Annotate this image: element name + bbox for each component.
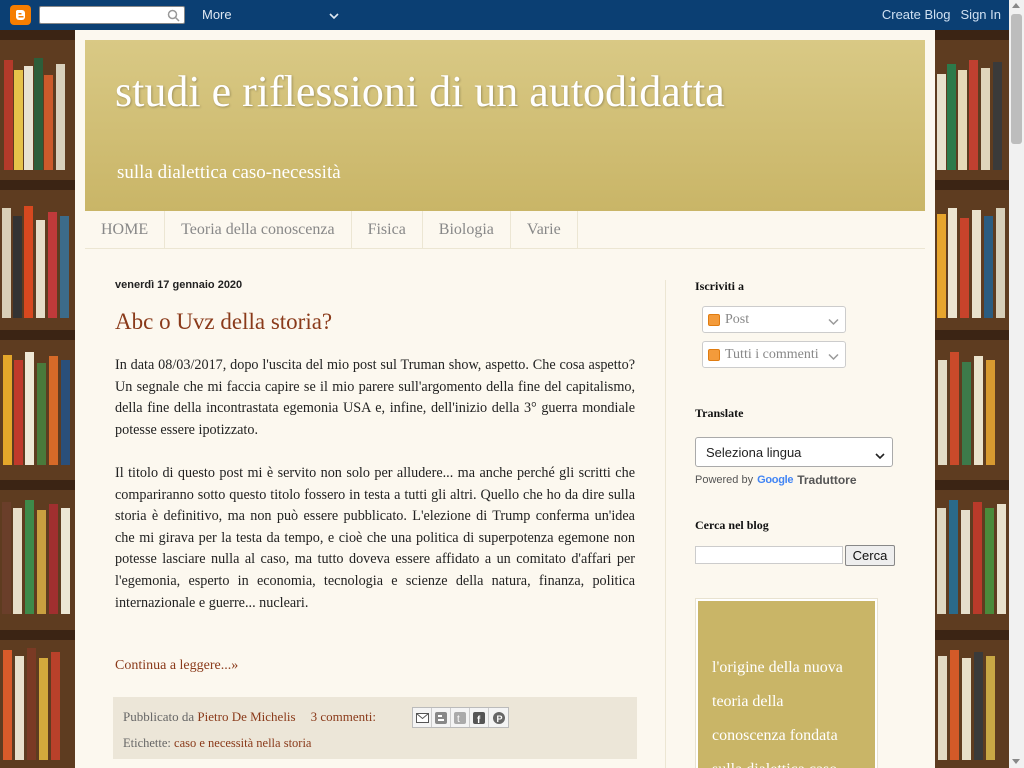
subscribe-heading: Iscriviti a	[695, 279, 744, 293]
blog-title[interactable]: studi e riflessioni di un autodidatta	[115, 66, 725, 117]
blogthis-share-icon[interactable]	[432, 708, 451, 727]
post-footer: Pubblicato da Pietro De Michelis 3 comme…	[113, 697, 637, 759]
page-tabs: HOME Teoria della conoscenza Fisica Biol…	[85, 211, 925, 249]
labels-prefix: Etichette:	[123, 736, 171, 750]
promo-widget[interactable]: l'origine della nuova teoria della conos…	[695, 598, 878, 768]
published-by-label: Pubblicato da	[123, 709, 195, 724]
more-menu-link[interactable]: More	[202, 7, 232, 22]
tab-fisica[interactable]: Fisica	[352, 211, 423, 248]
tab-teoria-della-conoscenza[interactable]: Teoria della conoscenza	[165, 211, 352, 248]
powered-by-label: Powered by	[695, 474, 754, 486]
comments-link[interactable]: 3 commenti:	[311, 709, 376, 725]
chevron-down-icon	[828, 315, 839, 331]
share-buttons: t f P	[412, 707, 509, 728]
language-select[interactable]: Seleziona lingua	[695, 437, 893, 467]
facebook-share-icon[interactable]: f	[470, 708, 489, 727]
page-scrollbar[interactable]	[1009, 0, 1024, 768]
pinterest-share-icon[interactable]: P	[489, 708, 508, 727]
bookshelf-background-right	[935, 30, 1010, 768]
email-share-icon[interactable]	[413, 708, 432, 727]
post-title[interactable]: Abc o Uvz della storia?	[115, 309, 332, 335]
search-icon[interactable]	[167, 9, 180, 25]
chevron-down-icon[interactable]	[329, 8, 339, 23]
blog-description: sulla dialettica caso-necessità	[117, 162, 341, 183]
blog-search-input[interactable]	[695, 546, 843, 564]
tab-varie[interactable]: Varie	[511, 211, 578, 248]
blog-search-button[interactable]: Cerca	[845, 545, 895, 566]
create-blog-link[interactable]: Create Blog	[882, 7, 951, 22]
chevron-down-icon	[875, 448, 885, 463]
blog-page: studi e riflessioni di un autodidatta su…	[75, 30, 935, 768]
chevron-down-icon	[828, 350, 839, 366]
language-select-value: Seleziona lingua	[706, 444, 802, 460]
feed-comments-button[interactable]: Tutti i commenti	[702, 341, 846, 368]
post-paragraph: Il titolo di questo post mi è servito no…	[115, 464, 635, 611]
tab-home[interactable]: HOME	[85, 211, 166, 248]
scrollbar-thumb[interactable]	[1011, 14, 1022, 144]
sign-in-link[interactable]: Sign In	[961, 7, 1001, 22]
scroll-down-icon[interactable]	[1012, 759, 1020, 764]
tab-biologia[interactable]: Biologia	[423, 211, 511, 248]
powered-by-google: Powered by Google Traduttore	[695, 473, 857, 487]
post-body: In data 08/03/2017, dopo l'uscita del mi…	[115, 355, 635, 636]
feed-posts-button[interactable]: Post	[702, 306, 846, 333]
read-more-link[interactable]: Continua a leggere...»	[115, 658, 238, 674]
blogger-navbar: More Create Blog Sign In	[0, 0, 1024, 30]
feed-comments-label: Tutti i commenti	[725, 346, 819, 362]
scroll-up-icon[interactable]	[1012, 3, 1020, 8]
blog-search-heading: Cerca nel blog	[695, 518, 769, 532]
translate-heading: Translate	[695, 406, 744, 420]
post-date: venerdì 17 gennaio 2020	[115, 279, 243, 291]
twitter-share-icon[interactable]: t	[451, 708, 470, 727]
svg-text:P: P	[496, 714, 502, 724]
rss-feed-icon	[708, 313, 720, 326]
translator-link[interactable]: Traduttore	[797, 473, 856, 487]
blog-header: studi e riflessioni di un autodidatta su…	[85, 40, 925, 211]
feed-posts-label: Post	[725, 311, 750, 327]
bookshelf-background-left	[0, 30, 75, 768]
promo-text: l'origine della nuova teoria della conos…	[698, 601, 875, 768]
blogger-logo-icon[interactable]	[10, 5, 31, 25]
navbar-search-input[interactable]	[39, 6, 185, 24]
author-link[interactable]: Pietro De Michelis	[197, 709, 295, 725]
column-divider	[665, 280, 666, 768]
rss-feed-icon	[708, 348, 720, 361]
google-logo: Google	[757, 474, 794, 486]
label-link[interactable]: caso e necessità nella storia	[174, 736, 311, 750]
post-paragraph: In data 08/03/2017, dopo l'uscita del mi…	[115, 357, 635, 438]
svg-text:t: t	[457, 714, 460, 724]
